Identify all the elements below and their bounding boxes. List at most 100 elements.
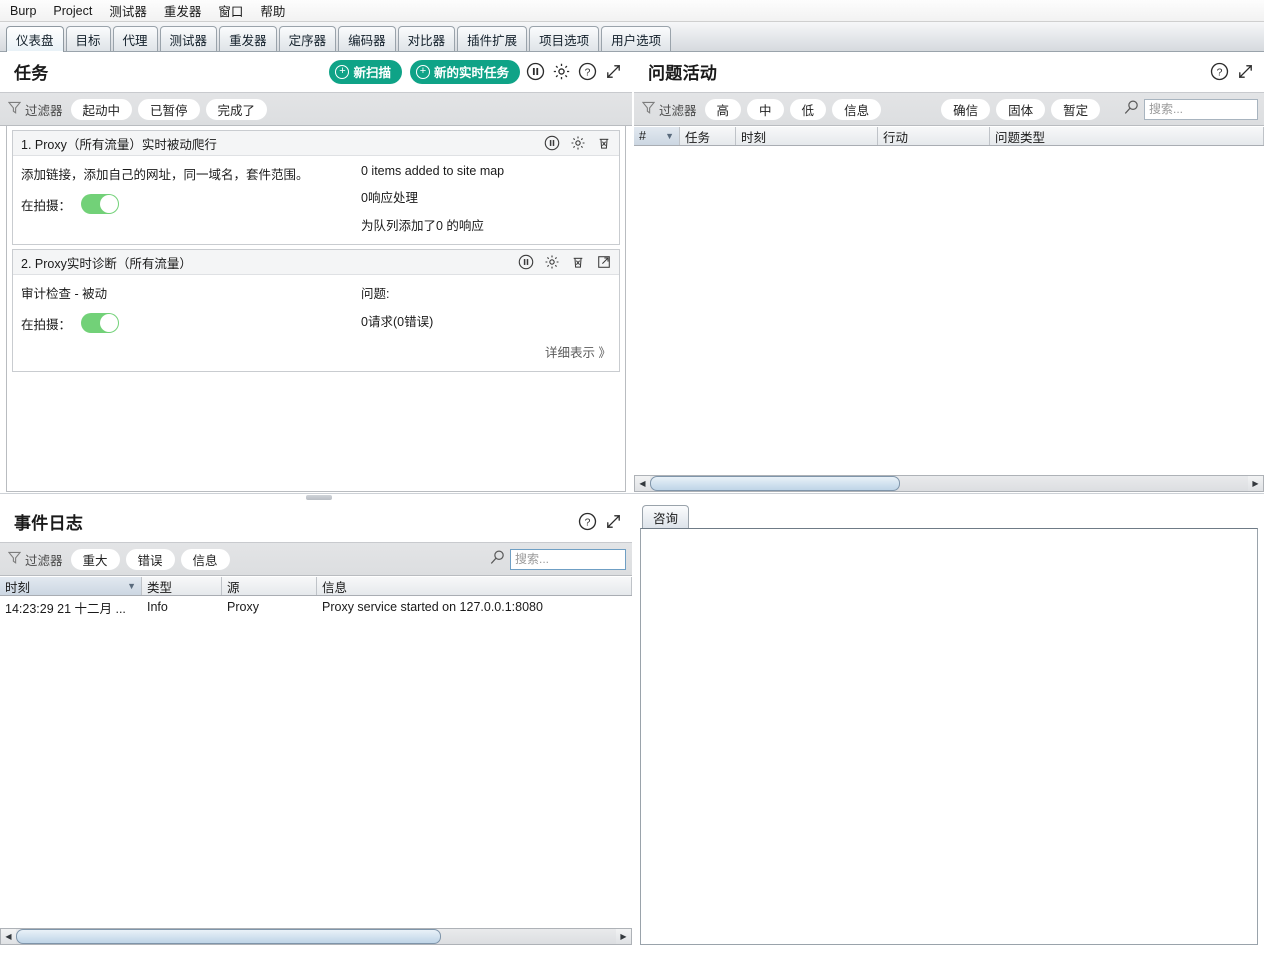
tab-label: 插件扩展 — [467, 33, 518, 48]
filter-pill-info[interactable]: 信息 — [832, 98, 882, 120]
column-header-action[interactable]: 行动 — [878, 127, 990, 145]
column-label: 行动 — [883, 130, 909, 145]
menu-item-burp[interactable]: Burp — [8, 3, 38, 19]
splitter-grip[interactable] — [306, 495, 332, 500]
expand-icon[interactable] — [1234, 61, 1256, 83]
expand-icon[interactable] — [602, 61, 624, 83]
event-log-horizontal-scrollbar[interactable]: ◀ ▶ — [0, 928, 632, 945]
filter-pill-paused[interactable]: 已暂停 — [138, 98, 200, 120]
filter-pill-firm[interactable]: 固体 — [996, 98, 1046, 120]
task-description: 添加链接，添加自己的网址，同一域名，套件范围。 — [21, 168, 309, 182]
tab-intruder[interactable]: 测试器 — [159, 26, 218, 51]
search-icon — [1123, 99, 1140, 119]
filter-pill-info[interactable]: 信息 — [180, 548, 230, 570]
menu-item-project[interactable]: Project — [51, 3, 94, 19]
filter-pill-finished[interactable]: 完成了 — [205, 98, 268, 120]
scroll-thumb[interactable] — [650, 476, 900, 491]
bottom-row: 事件日志 ? 过滤器 重大 错误 信息 搜索... 时刻 ▼ 类型 源 信息 1… — [0, 502, 1264, 945]
tab-comparer[interactable]: 对比器 — [397, 26, 456, 51]
advisory-tab-bar: 咨询 — [634, 502, 1264, 528]
filter-pill-error[interactable]: 错误 — [125, 548, 175, 570]
gear-icon[interactable] — [567, 132, 589, 154]
filter-pill-medium[interactable]: 中 — [747, 98, 784, 120]
tab-proxy[interactable]: 代理 — [112, 26, 158, 51]
scroll-right-arrow-icon[interactable]: ▶ — [616, 929, 631, 944]
menu-item-repeater[interactable]: 重发器 — [162, 0, 204, 21]
filter-pill-running[interactable]: 起动中 — [70, 98, 133, 120]
task-toggle-row: 在拍摄： — [21, 313, 361, 333]
table-row[interactable]: 14:23:29 21 十二月 ... Info Proxy Proxy ser… — [0, 596, 632, 618]
column-header-time[interactable]: 时刻 ▼ — [0, 577, 142, 595]
sort-descending-icon: ▼ — [127, 581, 136, 591]
task-capture-toggle[interactable] — [81, 313, 120, 333]
filter-pill-low[interactable]: 低 — [789, 98, 827, 120]
tab-label: 项目选项 — [539, 33, 590, 48]
tab-user-options[interactable]: 用户选项 — [601, 26, 672, 51]
tab-advisory[interactable]: 咨询 — [642, 505, 690, 528]
top-row: 任务 + 新扫描 + 新的实时任务 ? 过滤器 起动中 已暂停 完成了 1. P… — [0, 52, 1264, 492]
column-header-issue-type[interactable]: 问题类型 — [990, 127, 1264, 145]
vertical-splitter[interactable] — [0, 492, 1264, 502]
tab-target[interactable]: 目标 — [65, 26, 111, 51]
task-card[interactable]: 1. Proxy（所有流量）实时被动爬行 添加链接，添加自己的网址，同一域名，套… — [12, 130, 620, 245]
pause-all-icon[interactable] — [524, 61, 546, 83]
advisory-content[interactable] — [640, 528, 1258, 945]
scroll-right-arrow-icon[interactable]: ▶ — [1248, 476, 1263, 491]
menu-item-window[interactable]: 窗口 — [216, 0, 245, 21]
column-header-index[interactable]: # ▼ — [634, 127, 680, 145]
filter-pill-certain[interactable]: 确信 — [941, 98, 991, 120]
task-toggle-row: 在拍摄： — [21, 194, 361, 214]
pause-icon[interactable] — [515, 251, 537, 273]
tab-repeater[interactable]: 重发器 — [219, 26, 277, 51]
new-scan-button[interactable]: + 新扫描 — [329, 59, 402, 84]
column-header-message[interactable]: 信息 — [317, 577, 632, 595]
column-label: 时刻 — [5, 580, 31, 595]
task-title: 1. Proxy（所有流量）实时被动爬行 — [21, 137, 217, 152]
issue-horizontal-scrollbar[interactable]: ◀ ▶ — [634, 475, 1264, 492]
event-log-table: 时刻 ▼ 类型 源 信息 14:23:29 21 十二月 ... Info Pr… — [0, 576, 632, 945]
task-card[interactable]: 2. Proxy实时诊断（所有流量） 审计检查 - 被动 在拍摄： 问题: 0请… — [12, 249, 620, 372]
tab-label: 重发器 — [229, 33, 267, 48]
column-header-source[interactable]: 源 — [222, 577, 317, 595]
scroll-left-arrow-icon[interactable]: ◀ — [635, 476, 650, 491]
menu-item-intruder[interactable]: 测试器 — [107, 0, 149, 21]
tab-label: 定序器 — [288, 33, 327, 48]
tasks-panel-title: 任务 — [14, 64, 49, 83]
help-icon[interactable]: ? — [576, 61, 598, 83]
scroll-track[interactable] — [16, 929, 616, 944]
filter-pill-critical[interactable]: 重大 — [70, 548, 120, 570]
column-header-time[interactable]: 时刻 — [736, 127, 878, 145]
scroll-thumb[interactable] — [16, 929, 441, 944]
new-live-task-button[interactable]: + 新的实时任务 — [409, 59, 520, 84]
tab-decoder[interactable]: 编码器 — [338, 26, 396, 51]
filter-pill-tentative[interactable]: 暂定 — [1051, 98, 1101, 120]
task-capture-toggle[interactable] — [81, 194, 120, 214]
expand-icon[interactable] — [602, 511, 624, 533]
pause-icon[interactable] — [541, 132, 563, 154]
column-label: 问题类型 — [995, 130, 1046, 145]
cell-message: Proxy service started on 127.0.0.1:8080 — [322, 600, 543, 614]
gear-icon[interactable] — [541, 251, 563, 273]
gear-icon[interactable] — [550, 61, 572, 83]
scroll-left-arrow-icon[interactable]: ◀ — [1, 929, 16, 944]
column-header-task[interactable]: 任务 — [680, 127, 736, 145]
task-detail-link[interactable]: 详细表示 》 — [361, 342, 611, 361]
filter-pill-high[interactable]: 高 — [704, 98, 742, 120]
issue-search-input[interactable] — [1144, 98, 1258, 120]
event-log-search-input[interactable] — [510, 548, 626, 570]
help-icon[interactable]: ? — [1208, 61, 1230, 83]
column-header-type[interactable]: 类型 — [142, 577, 222, 595]
event-log-table-body[interactable]: 14:23:29 21 十二月 ... Info Proxy Proxy ser… — [0, 596, 632, 928]
menu-item-help[interactable]: 帮助 — [258, 0, 287, 21]
tab-dashboard[interactable]: 仪表盘 — [6, 26, 64, 53]
open-external-icon[interactable] — [593, 251, 615, 273]
scroll-track[interactable] — [650, 476, 1248, 491]
issue-table-body[interactable] — [634, 146, 1264, 475]
tab-project-options[interactable]: 项目选项 — [529, 26, 600, 51]
delete-icon[interactable] — [593, 132, 615, 154]
tab-extender[interactable]: 插件扩展 — [457, 26, 528, 51]
filter-label: 过滤器 — [25, 103, 63, 118]
tab-sequencer[interactable]: 定序器 — [278, 26, 337, 51]
delete-icon[interactable] — [567, 251, 589, 273]
help-icon[interactable]: ? — [576, 511, 598, 533]
